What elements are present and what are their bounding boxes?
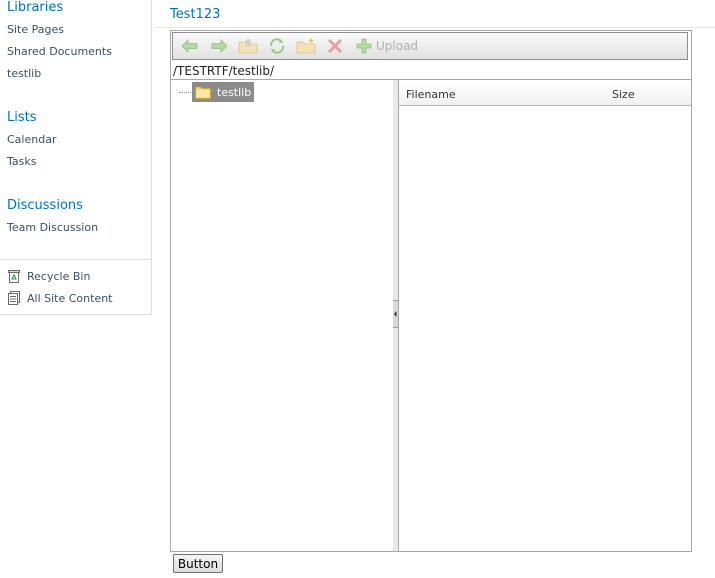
refresh-icon xyxy=(269,38,285,54)
page-title[interactable]: Test123 xyxy=(170,7,220,22)
nav-heading-discussions[interactable]: Discussions xyxy=(7,198,83,213)
all-site-content-link[interactable]: All Site Content xyxy=(7,291,113,305)
recycle-bin-link[interactable]: Recycle Bin xyxy=(7,269,90,283)
refresh-button[interactable] xyxy=(266,35,288,57)
tree-node-label: testlib xyxy=(217,85,252,99)
folder-tree-pane: testlib xyxy=(171,80,394,551)
upload-label[interactable]: Upload xyxy=(376,39,418,53)
tree-node-testlib[interactable]: testlib xyxy=(192,82,254,102)
up-folder-button[interactable] xyxy=(237,35,259,57)
back-arrow-icon xyxy=(181,39,198,53)
recycle-bin-label: Recycle Bin xyxy=(27,269,91,283)
new-folder-button[interactable] xyxy=(295,35,317,57)
file-list-header: Filename Size xyxy=(399,83,691,106)
file-list-pane: Filename Size xyxy=(399,80,691,551)
site-content-icon xyxy=(8,291,20,305)
delete-button[interactable] xyxy=(324,35,346,57)
up-folder-icon xyxy=(238,38,258,54)
folder-icon xyxy=(195,86,211,99)
delete-icon xyxy=(327,38,343,54)
upload-button[interactable] xyxy=(353,35,375,57)
nav-divider xyxy=(0,259,151,260)
path-bar: /TESTRTF/testlib/ xyxy=(171,64,691,80)
forward-button[interactable] xyxy=(208,35,230,57)
new-folder-icon xyxy=(296,38,316,54)
nav-item-testlib[interactable]: testlib xyxy=(7,67,41,80)
explorer-toolbar: Upload xyxy=(172,32,688,60)
column-header-size[interactable]: Size xyxy=(612,88,635,101)
nav-item-tasks[interactable]: Tasks xyxy=(7,155,36,168)
submit-button[interactable]: Button xyxy=(173,554,223,573)
tree-connector xyxy=(179,92,191,93)
nav-item-site-pages[interactable]: Site Pages xyxy=(7,23,64,36)
upload-icon xyxy=(356,38,372,54)
forward-arrow-icon xyxy=(211,39,228,53)
nav-item-team-discussion[interactable]: Team Discussion xyxy=(7,221,98,234)
back-button[interactable] xyxy=(179,35,201,57)
title-divider xyxy=(155,27,715,28)
nav-heading-libraries[interactable]: Libraries xyxy=(7,0,63,15)
nav-heading-lists[interactable]: Lists xyxy=(7,110,37,125)
nav-item-calendar[interactable]: Calendar xyxy=(7,133,56,146)
file-explorer: Upload /TESTRTF/testlib/ testlib Filenam… xyxy=(170,30,692,552)
recycle-bin-icon xyxy=(8,270,20,283)
nav-item-shared-documents[interactable]: Shared Documents xyxy=(7,45,112,58)
splitter-collapse-handle[interactable] xyxy=(393,300,398,328)
all-site-content-label: All Site Content xyxy=(27,291,113,305)
column-header-filename[interactable]: Filename xyxy=(406,88,456,101)
collapse-arrow-icon xyxy=(394,311,397,317)
left-navigation: Libraries Site Pages Shared Documents te… xyxy=(0,0,152,315)
